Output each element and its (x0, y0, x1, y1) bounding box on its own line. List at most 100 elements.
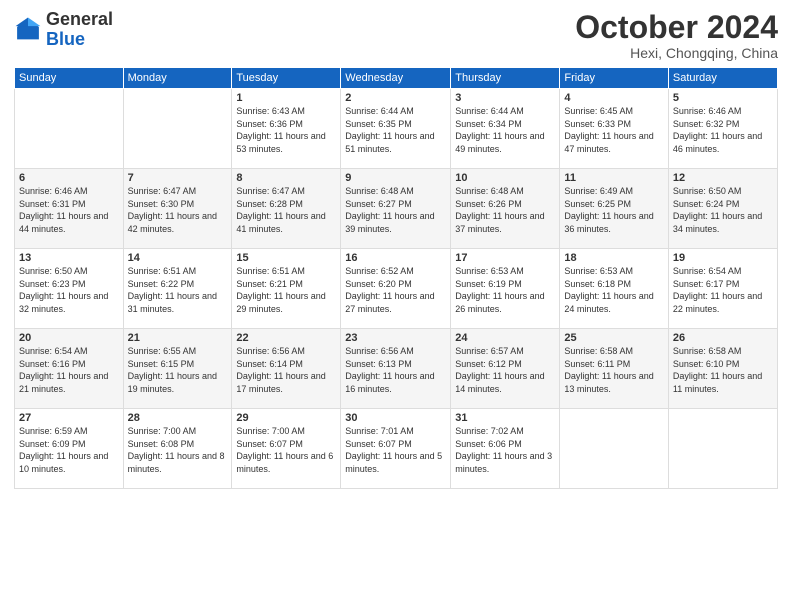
day-number: 16 (345, 252, 446, 264)
day-number: 31 (455, 412, 555, 424)
th-thursday: Thursday (451, 68, 560, 89)
day-number: 5 (673, 92, 773, 104)
day-number: 27 (19, 412, 119, 424)
day-info: Sunrise: 6:47 AM Sunset: 6:30 PM Dayligh… (128, 185, 228, 235)
table-row: 3Sunrise: 6:44 AM Sunset: 6:34 PM Daylig… (451, 89, 560, 169)
table-row: 2Sunrise: 6:44 AM Sunset: 6:35 PM Daylig… (341, 89, 451, 169)
table-row: 31Sunrise: 7:02 AM Sunset: 6:06 PM Dayli… (451, 409, 560, 489)
table-row: 7Sunrise: 6:47 AM Sunset: 6:30 PM Daylig… (123, 169, 232, 249)
table-row: 1Sunrise: 6:43 AM Sunset: 6:36 PM Daylig… (232, 89, 341, 169)
day-info: Sunrise: 6:51 AM Sunset: 6:21 PM Dayligh… (236, 265, 336, 315)
day-number: 2 (345, 92, 446, 104)
day-info: Sunrise: 6:59 AM Sunset: 6:09 PM Dayligh… (19, 425, 119, 475)
day-number: 23 (345, 332, 446, 344)
day-number: 8 (236, 172, 336, 184)
day-info: Sunrise: 6:54 AM Sunset: 6:16 PM Dayligh… (19, 345, 119, 395)
day-number: 25 (564, 332, 663, 344)
calendar-week-row: 1Sunrise: 6:43 AM Sunset: 6:36 PM Daylig… (15, 89, 778, 169)
table-row: 17Sunrise: 6:53 AM Sunset: 6:19 PM Dayli… (451, 249, 560, 329)
logo-blue: Blue (46, 29, 85, 49)
day-info: Sunrise: 6:57 AM Sunset: 6:12 PM Dayligh… (455, 345, 555, 395)
table-row: 14Sunrise: 6:51 AM Sunset: 6:22 PM Dayli… (123, 249, 232, 329)
month-year: October 2024 (575, 10, 778, 45)
table-row: 21Sunrise: 6:55 AM Sunset: 6:15 PM Dayli… (123, 329, 232, 409)
calendar-week-row: 6Sunrise: 6:46 AM Sunset: 6:31 PM Daylig… (15, 169, 778, 249)
day-info: Sunrise: 7:02 AM Sunset: 6:06 PM Dayligh… (455, 425, 555, 475)
generalblue-logo-icon (14, 16, 42, 44)
day-number: 21 (128, 332, 228, 344)
day-number: 3 (455, 92, 555, 104)
day-info: Sunrise: 6:52 AM Sunset: 6:20 PM Dayligh… (345, 265, 446, 315)
logo: General Blue (14, 10, 113, 50)
calendar-week-row: 27Sunrise: 6:59 AM Sunset: 6:09 PM Dayli… (15, 409, 778, 489)
day-info: Sunrise: 6:43 AM Sunset: 6:36 PM Dayligh… (236, 105, 336, 155)
day-number: 11 (564, 172, 663, 184)
table-row: 6Sunrise: 6:46 AM Sunset: 6:31 PM Daylig… (15, 169, 124, 249)
day-info: Sunrise: 6:51 AM Sunset: 6:22 PM Dayligh… (128, 265, 228, 315)
th-sunday: Sunday (15, 68, 124, 89)
calendar-table: Sunday Monday Tuesday Wednesday Thursday… (14, 67, 778, 489)
day-number: 10 (455, 172, 555, 184)
day-info: Sunrise: 6:44 AM Sunset: 6:34 PM Dayligh… (455, 105, 555, 155)
day-info: Sunrise: 7:00 AM Sunset: 6:07 PM Dayligh… (236, 425, 336, 475)
table-row (668, 409, 777, 489)
table-row (560, 409, 668, 489)
table-row (123, 89, 232, 169)
day-number: 30 (345, 412, 446, 424)
table-row: 11Sunrise: 6:49 AM Sunset: 6:25 PM Dayli… (560, 169, 668, 249)
day-number: 14 (128, 252, 228, 264)
table-row: 8Sunrise: 6:47 AM Sunset: 6:28 PM Daylig… (232, 169, 341, 249)
day-info: Sunrise: 6:56 AM Sunset: 6:13 PM Dayligh… (345, 345, 446, 395)
table-row: 22Sunrise: 6:56 AM Sunset: 6:14 PM Dayli… (232, 329, 341, 409)
day-info: Sunrise: 7:00 AM Sunset: 6:08 PM Dayligh… (128, 425, 228, 475)
day-info: Sunrise: 6:47 AM Sunset: 6:28 PM Dayligh… (236, 185, 336, 235)
table-row: 18Sunrise: 6:53 AM Sunset: 6:18 PM Dayli… (560, 249, 668, 329)
table-row: 24Sunrise: 6:57 AM Sunset: 6:12 PM Dayli… (451, 329, 560, 409)
day-info: Sunrise: 6:53 AM Sunset: 6:19 PM Dayligh… (455, 265, 555, 315)
day-info: Sunrise: 6:44 AM Sunset: 6:35 PM Dayligh… (345, 105, 446, 155)
title-block: October 2024 Hexi, Chongqing, China (575, 10, 778, 61)
day-number: 19 (673, 252, 773, 264)
table-row: 13Sunrise: 6:50 AM Sunset: 6:23 PM Dayli… (15, 249, 124, 329)
day-number: 9 (345, 172, 446, 184)
day-info: Sunrise: 6:46 AM Sunset: 6:32 PM Dayligh… (673, 105, 773, 155)
th-friday: Friday (560, 68, 668, 89)
day-info: Sunrise: 6:56 AM Sunset: 6:14 PM Dayligh… (236, 345, 336, 395)
day-info: Sunrise: 7:01 AM Sunset: 6:07 PM Dayligh… (345, 425, 446, 475)
day-info: Sunrise: 6:53 AM Sunset: 6:18 PM Dayligh… (564, 265, 663, 315)
day-number: 1 (236, 92, 336, 104)
day-number: 7 (128, 172, 228, 184)
th-tuesday: Tuesday (232, 68, 341, 89)
day-info: Sunrise: 6:49 AM Sunset: 6:25 PM Dayligh… (564, 185, 663, 235)
day-info: Sunrise: 6:55 AM Sunset: 6:15 PM Dayligh… (128, 345, 228, 395)
table-row: 5Sunrise: 6:46 AM Sunset: 6:32 PM Daylig… (668, 89, 777, 169)
logo-text: General Blue (46, 10, 113, 50)
day-number: 18 (564, 252, 663, 264)
day-info: Sunrise: 6:50 AM Sunset: 6:23 PM Dayligh… (19, 265, 119, 315)
calendar-header-row: Sunday Monday Tuesday Wednesday Thursday… (15, 68, 778, 89)
table-row: 10Sunrise: 6:48 AM Sunset: 6:26 PM Dayli… (451, 169, 560, 249)
day-info: Sunrise: 6:48 AM Sunset: 6:26 PM Dayligh… (455, 185, 555, 235)
th-saturday: Saturday (668, 68, 777, 89)
day-number: 6 (19, 172, 119, 184)
table-row: 30Sunrise: 7:01 AM Sunset: 6:07 PM Dayli… (341, 409, 451, 489)
day-number: 12 (673, 172, 773, 184)
table-row: 23Sunrise: 6:56 AM Sunset: 6:13 PM Dayli… (341, 329, 451, 409)
day-number: 4 (564, 92, 663, 104)
calendar-week-row: 13Sunrise: 6:50 AM Sunset: 6:23 PM Dayli… (15, 249, 778, 329)
day-number: 22 (236, 332, 336, 344)
day-number: 28 (128, 412, 228, 424)
calendar-week-row: 20Sunrise: 6:54 AM Sunset: 6:16 PM Dayli… (15, 329, 778, 409)
day-info: Sunrise: 6:54 AM Sunset: 6:17 PM Dayligh… (673, 265, 773, 315)
day-info: Sunrise: 6:58 AM Sunset: 6:10 PM Dayligh… (673, 345, 773, 395)
day-info: Sunrise: 6:50 AM Sunset: 6:24 PM Dayligh… (673, 185, 773, 235)
table-row: 19Sunrise: 6:54 AM Sunset: 6:17 PM Dayli… (668, 249, 777, 329)
table-row: 20Sunrise: 6:54 AM Sunset: 6:16 PM Dayli… (15, 329, 124, 409)
day-number: 13 (19, 252, 119, 264)
day-number: 20 (19, 332, 119, 344)
table-row (15, 89, 124, 169)
day-info: Sunrise: 6:48 AM Sunset: 6:27 PM Dayligh… (345, 185, 446, 235)
header: General Blue October 2024 Hexi, Chongqin… (14, 10, 778, 61)
table-row: 29Sunrise: 7:00 AM Sunset: 6:07 PM Dayli… (232, 409, 341, 489)
table-row: 28Sunrise: 7:00 AM Sunset: 6:08 PM Dayli… (123, 409, 232, 489)
